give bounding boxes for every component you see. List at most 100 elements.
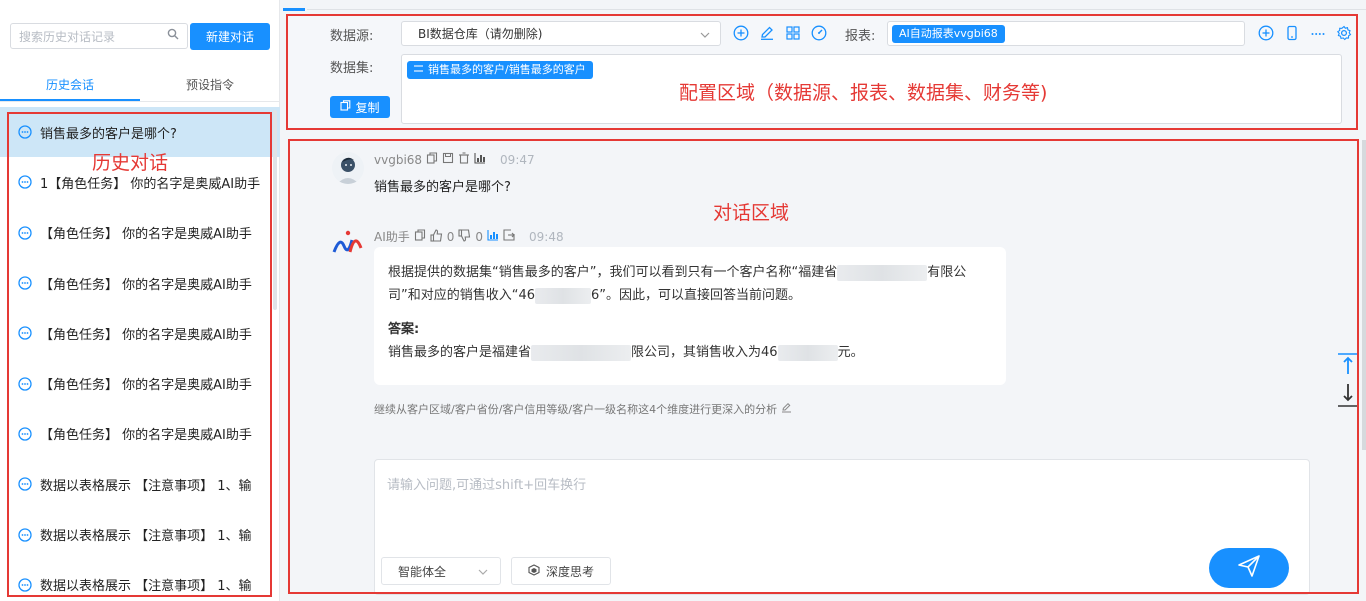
history-item-label: 【角色任务】 你的名字是奥威AI助手	[40, 277, 252, 293]
chat-bubble-icon	[18, 578, 32, 592]
app-window: 搜索历史对话记录 新建对话 历史会话 预设指令 销售最多的客户是哪个? 1【角色…	[0, 0, 1366, 601]
sidebar-tabs: 历史会话 预设指令	[0, 70, 280, 102]
ai-message-time: 09:48	[529, 229, 564, 244]
datasource-select[interactable]: BI数据仓库（请勿删除)	[401, 21, 721, 46]
history-item-label: 销售最多的客户是哪个?	[40, 126, 177, 142]
agent-mode-select[interactable]: 智能体全	[381, 557, 501, 585]
search-row: 搜索历史对话记录 新建对话	[10, 23, 270, 50]
scroll-top-arrow-icon[interactable]	[1336, 352, 1360, 382]
user-message-time: 09:47	[500, 152, 535, 167]
followup-suggestion[interactable]: 继续从客户区域/客户省份/客户信用等级/客户一级名称这4个维度进行更深入的分析	[374, 401, 792, 417]
export-icon[interactable]	[503, 229, 515, 244]
tab-history[interactable]: 历史会话	[0, 70, 140, 101]
history-item-label: 【角色任务】 你的名字是奥威AI助手	[40, 227, 252, 243]
history-item[interactable]: 【角色任务】 你的名字是奥威AI助手	[0, 308, 280, 358]
datasource-label: 数据源:	[330, 29, 374, 44]
ai-analysis-part: 6”。因此，可以直接回答当前问题。	[591, 288, 802, 303]
main-area: 数据源: BI数据仓库（请勿删除) 报表: AI自动报表vvgbi68 数据集:…	[281, 0, 1366, 601]
redacted-block	[837, 264, 928, 281]
question-input[interactable]: 请输入问题,可通过shift+回车换行 智能体全 深度思考	[374, 459, 1310, 595]
chat-area: vvgbi68 09:47 销售最多的客户是哪个? 对话区域 AI助手 0 0	[287, 140, 1359, 595]
redacted-block	[531, 344, 632, 361]
thumbs-up-icon[interactable]	[430, 228, 443, 245]
ai-analysis-part: 根据提供的数据集“销售最多的客户”，我们可以看到只有一个客户名称“福建省	[388, 265, 838, 280]
user-avatar	[332, 152, 364, 184]
history-item-label: 【角色任务】 你的名字是奥威AI助手	[40, 327, 252, 343]
agent-mode-value: 智能体全	[398, 564, 447, 579]
history-item-label: 数据以表格展示 【注意事项】 1、输	[40, 579, 252, 595]
annotation-history-area: 历史对话	[92, 152, 169, 174]
tab-presets[interactable]: 预设指令	[140, 70, 280, 101]
report-tag[interactable]: AI自动报表vvgbi68	[892, 24, 1005, 43]
add-circle-icon[interactable]	[732, 24, 749, 41]
chat-bubble-icon	[18, 376, 32, 391]
grid-icon[interactable]	[784, 24, 801, 41]
dislike-count: 0	[475, 229, 484, 244]
ai-message-bubble: 根据提供的数据集“销售最多的客户”，我们可以看到只有一个客户名称“福建省 有限公司…	[374, 247, 1006, 385]
scroll-arrows	[1336, 352, 1360, 410]
chat-bubble-icon	[18, 226, 32, 240]
top-divider	[307, 9, 1366, 10]
history-item-label: 1【角色任务】 你的名字是奥威AI助手	[40, 176, 261, 192]
answer-label: 答案:	[388, 322, 420, 337]
config-panel: 数据源: BI数据仓库（请勿删除) 报表: AI自动报表vvgbi68 数据集:…	[287, 14, 1359, 129]
thumbs-down-icon[interactable]	[458, 228, 471, 245]
mobile-icon[interactable]	[1283, 24, 1300, 41]
history-item[interactable]: 数据以表格展示 【注意事项】 1、输	[0, 459, 280, 509]
datasource-value: BI数据仓库（请勿删除)	[418, 27, 543, 41]
user-message-meta: vvgbi68 09:47	[374, 152, 535, 167]
history-item[interactable]: 【角色任务】 你的名字是奥威AI助手	[0, 208, 280, 258]
settings-gear-icon[interactable]	[1335, 24, 1352, 41]
history-item[interactable]: 【角色任务】 你的名字是奥威AI助手	[0, 258, 280, 308]
copy-icon[interactable]	[414, 229, 426, 244]
chevron-down-icon	[700, 27, 710, 41]
main-scrollbar[interactable]	[1362, 140, 1366, 450]
dashboard-gauge-icon[interactable]	[810, 24, 827, 41]
dataset-label: 数据集:	[330, 61, 374, 76]
chat-bubble-icon	[18, 477, 32, 491]
ai-answer-part: 销售最多的客户是福建省	[388, 345, 532, 360]
question-input-placeholder: 请输入问题,可通过shift+回车换行	[387, 478, 587, 493]
save-icon[interactable]	[442, 152, 454, 167]
cube-icon	[528, 563, 540, 579]
history-item[interactable]: 【角色任务】 你的名字是奥威AI助手	[0, 358, 280, 408]
chart-icon[interactable]	[487, 229, 499, 244]
copy-button[interactable]: 复制	[330, 96, 390, 118]
chart-icon[interactable]	[474, 152, 486, 167]
history-item-label: 数据以表格展示 【注意事项】 1、输	[40, 529, 252, 545]
annotation-config-area: 配置区域（数据源、报表、数据集、财务等)	[679, 82, 1048, 104]
ai-analysis-text: 根据提供的数据集“销售最多的客户”，我们可以看到只有一个客户名称“福建省 有限公司…	[388, 261, 992, 307]
new-chat-button[interactable]: 新建对话	[190, 23, 270, 50]
scroll-bottom-arrow-icon[interactable]	[1336, 382, 1360, 414]
followup-text: 继续从客户区域/客户省份/客户信用等级/客户一级名称这4个维度进行更深入的分析	[374, 403, 778, 416]
ai-name: AI助手	[374, 230, 410, 244]
chevron-down-icon	[478, 564, 488, 578]
delete-icon[interactable]	[458, 152, 470, 167]
ai-avatar	[332, 226, 364, 258]
chat-bubble-icon	[18, 125, 32, 139]
sidebar-scrollbar[interactable]	[273, 110, 277, 310]
ai-answer-text: 销售最多的客户是福建省 限公司，其销售收入为46 元。	[388, 341, 992, 364]
history-search-input[interactable]: 搜索历史对话记录	[10, 23, 188, 49]
add-circle-icon[interactable]	[1257, 24, 1274, 41]
history-item-label: 【角色任务】 你的名字是奥威AI助手	[40, 378, 252, 394]
history-item-label: 数据以表格展示 【注意事项】 1、输	[40, 478, 252, 494]
edit-pen-icon[interactable]	[781, 402, 792, 416]
history-item[interactable]: 【角色任务】 你的名字是奥威AI助手	[0, 409, 280, 459]
history-list: 销售最多的客户是哪个? 1【角色任务】 你的名字是奥威AI助手 【角色任务】 你…	[0, 107, 280, 601]
annotation-chat-area: 对话区域	[713, 202, 790, 224]
dataset-tag[interactable]: 销售最多的客户/销售最多的客户	[407, 61, 593, 79]
edit-pen-icon[interactable]	[758, 24, 775, 41]
chat-bubble-icon	[18, 527, 32, 542]
report-select[interactable]: AI自动报表vvgbi68	[887, 21, 1245, 46]
more-dots-icon[interactable]	[1309, 24, 1326, 41]
copy-icon[interactable]	[426, 152, 438, 167]
history-item-label: 【角色任务】 你的名字是奥威AI助手	[40, 428, 252, 444]
chat-bubble-icon	[18, 326, 32, 340]
history-item[interactable]: 数据以表格展示 【注意事项】 1、输	[0, 509, 280, 559]
send-button[interactable]	[1209, 548, 1289, 588]
deep-think-button[interactable]: 深度思考	[511, 557, 611, 585]
search-icon[interactable]	[167, 28, 179, 44]
search-placeholder: 搜索历史对话记录	[19, 29, 116, 44]
history-item[interactable]: 数据以表格展示 【注意事项】 1、输	[0, 560, 280, 601]
